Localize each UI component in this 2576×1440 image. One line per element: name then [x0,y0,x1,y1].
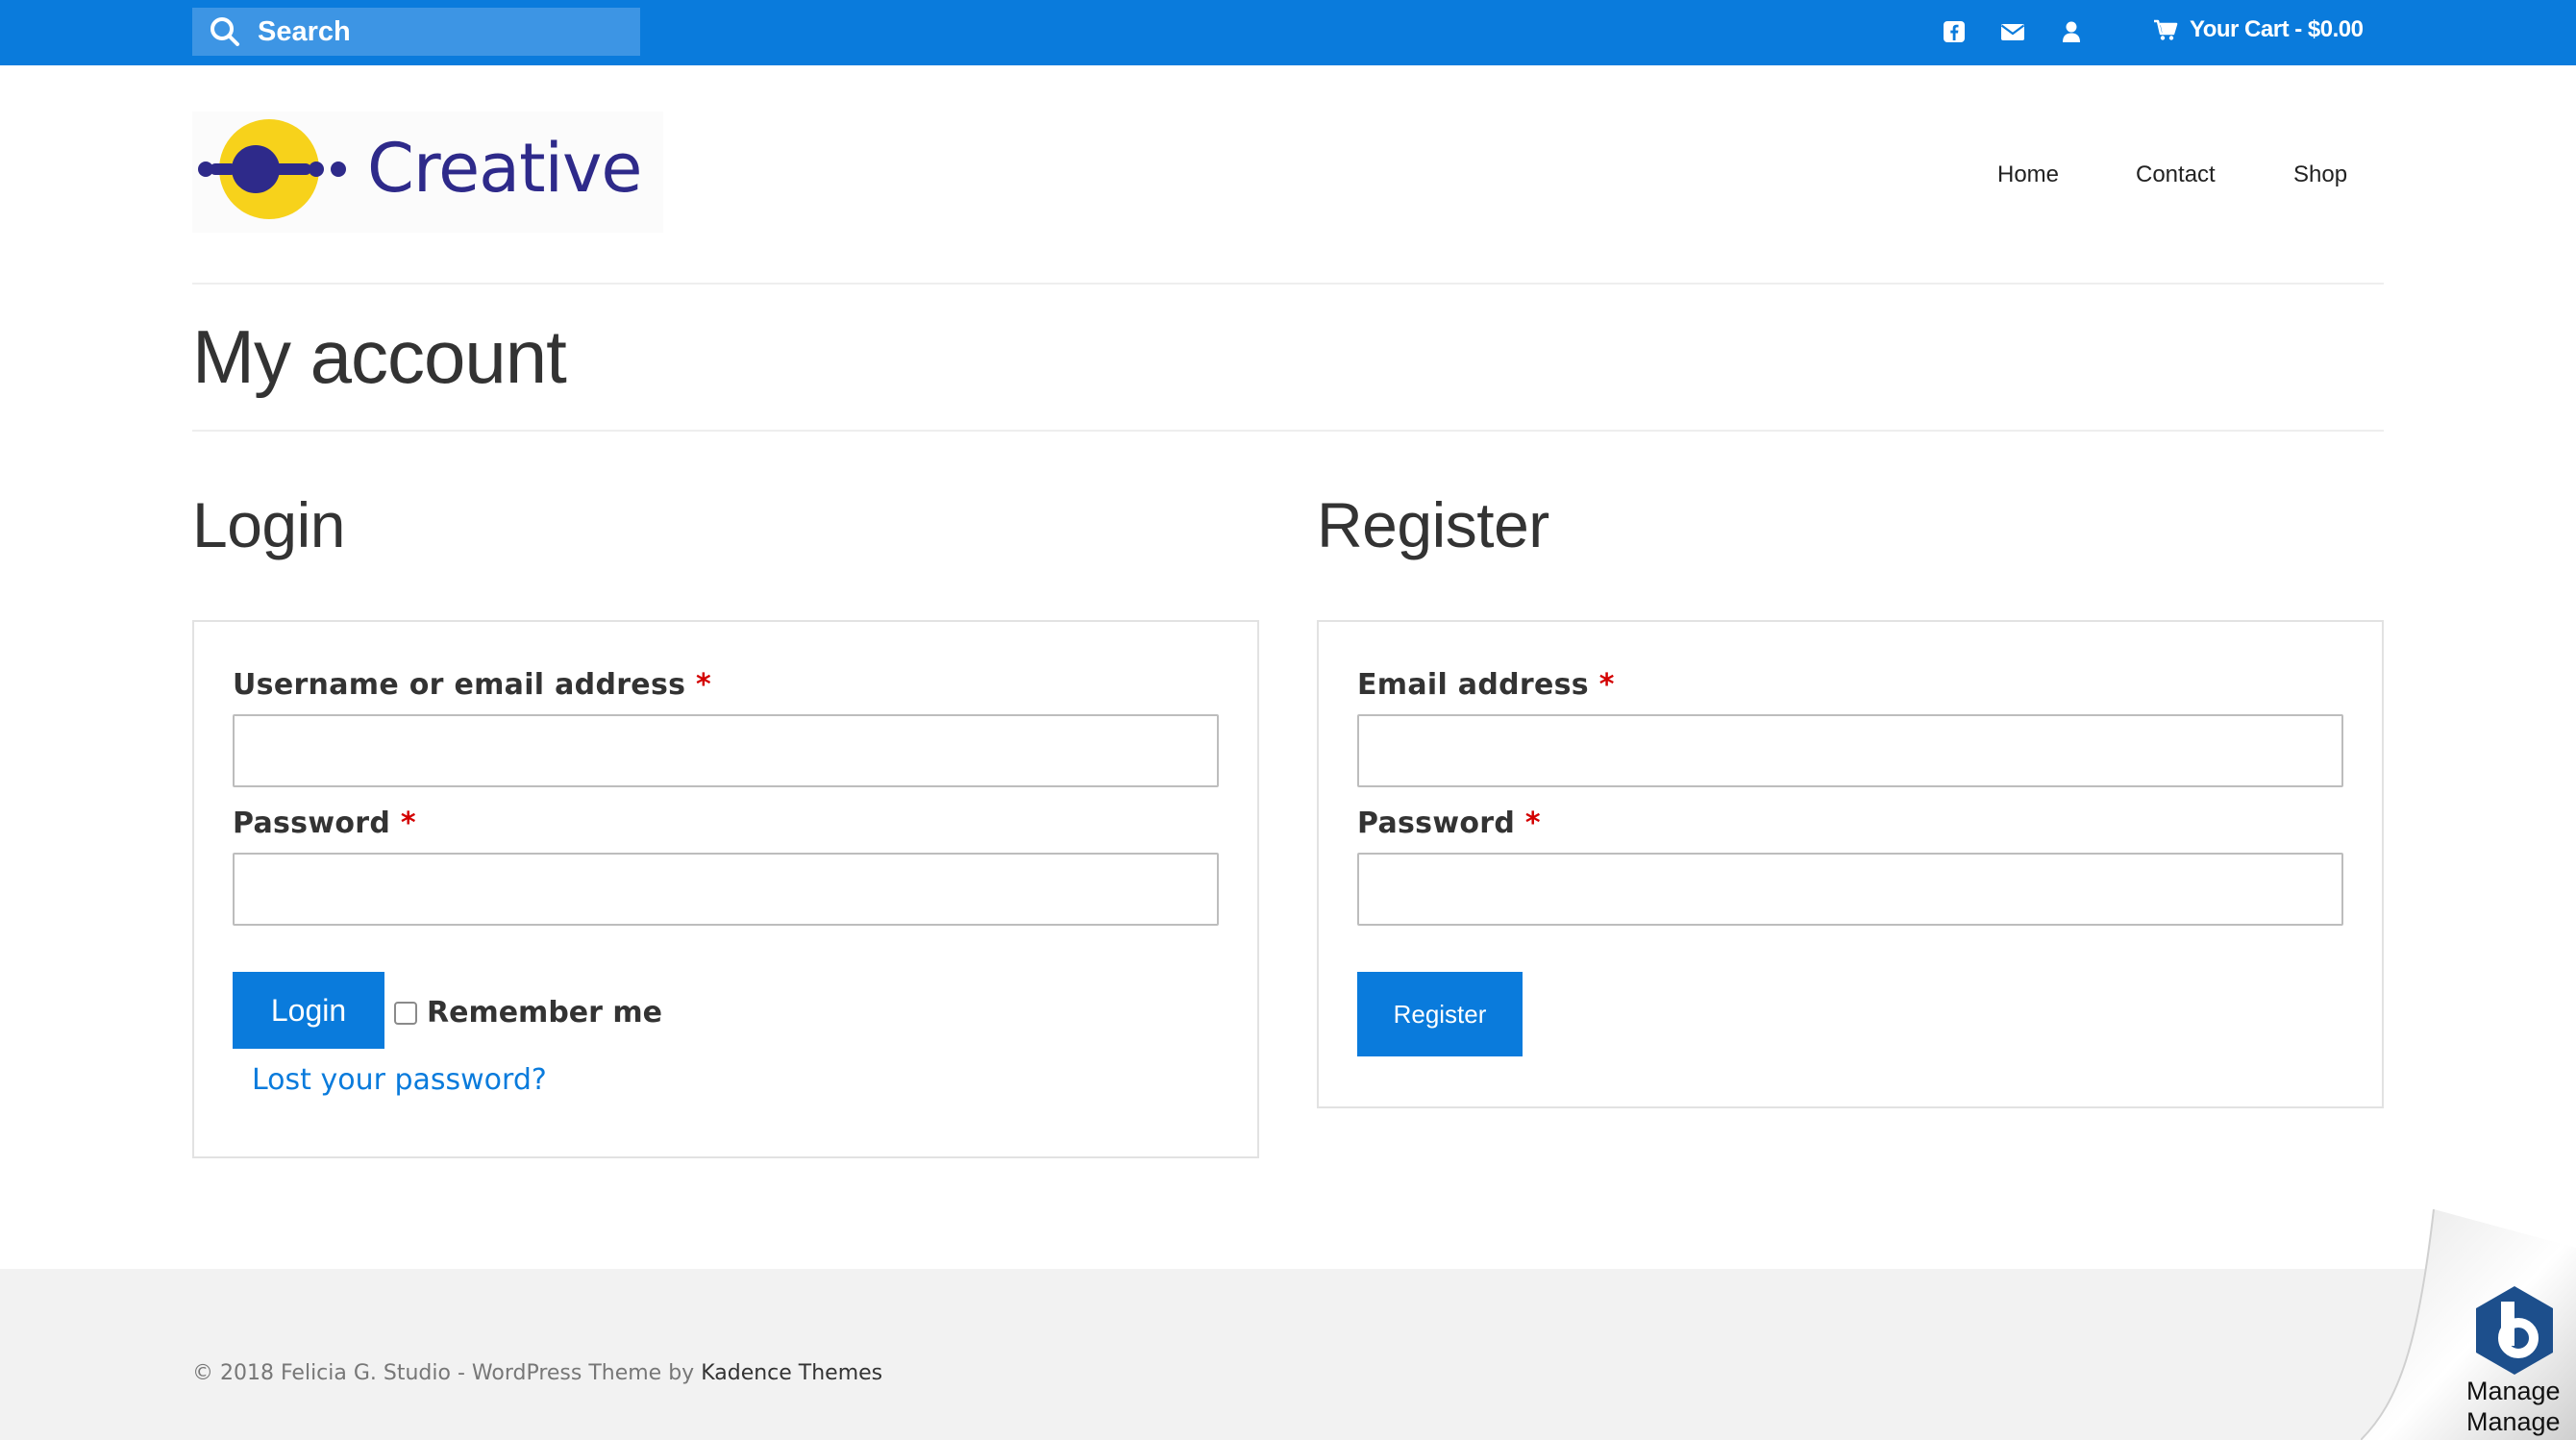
page-title: My account [192,314,567,399]
required-mark: * [1524,807,1541,840]
username-label-text: Username or email address [233,668,686,702]
register-heading: Register [1317,489,1549,560]
email-label-text: Email address [1357,668,1589,702]
password-label: Password * [233,807,416,840]
cart-link[interactable]: Your Cart - $0.00 [2153,16,2364,43]
register-password-input[interactable] [1357,853,2343,926]
required-mark: * [696,668,712,702]
email-label: Email address * [1357,668,1615,702]
footer [0,1269,2576,1440]
remember-checkbox[interactable] [394,1001,417,1025]
title-divider [192,430,2384,432]
top-bar: Your Cart - $0.00 [0,0,2576,65]
register-button[interactable]: Register [1357,972,1523,1056]
copyright-text: © 2018 Felicia G. Studio - WordPress The… [192,1361,702,1385]
nav-shop[interactable]: Shop [2293,161,2347,188]
username-input[interactable] [233,714,1219,787]
username-label: Username or email address * [233,668,711,702]
password-label-text: Password [233,807,391,840]
nav-contact[interactable]: Contact [2136,161,2216,188]
cart-icon [2154,19,2178,40]
facebook-icon[interactable] [1940,17,1969,46]
lost-password-link[interactable]: Lost your password? [252,1063,547,1097]
cart-label: Your Cart - $0.00 [2190,16,2364,42]
register-password-label-text: Password [1357,807,1516,840]
manage-label-secondary[interactable]: Manage [2466,1407,2561,1437]
login-heading: Login [192,489,346,560]
search-icon[interactable] [208,14,242,49]
header-divider [192,283,2384,285]
manage-label[interactable]: Manage [2466,1377,2561,1406]
register-email-input[interactable] [1357,714,2343,787]
remember-label[interactable]: Remember me [427,996,662,1030]
nav-home[interactable]: Home [1997,161,2059,188]
logo-text[interactable]: Creative [367,129,642,208]
search-box[interactable] [192,8,640,56]
remember-me[interactable]: Remember me [394,996,662,1030]
mail-icon[interactable] [1998,17,2027,46]
search-input[interactable] [258,11,623,53]
register-password-label: Password * [1357,807,1541,840]
password-input[interactable] [233,853,1219,926]
footer-copyright: © 2018 Felicia G. Studio - WordPress The… [192,1361,882,1385]
login-button[interactable]: Login [233,972,384,1049]
required-mark: * [400,807,416,840]
user-icon[interactable] [2057,17,2086,46]
kadence-themes-link[interactable]: Kadence Themes [701,1361,882,1385]
required-mark: * [1598,668,1615,702]
